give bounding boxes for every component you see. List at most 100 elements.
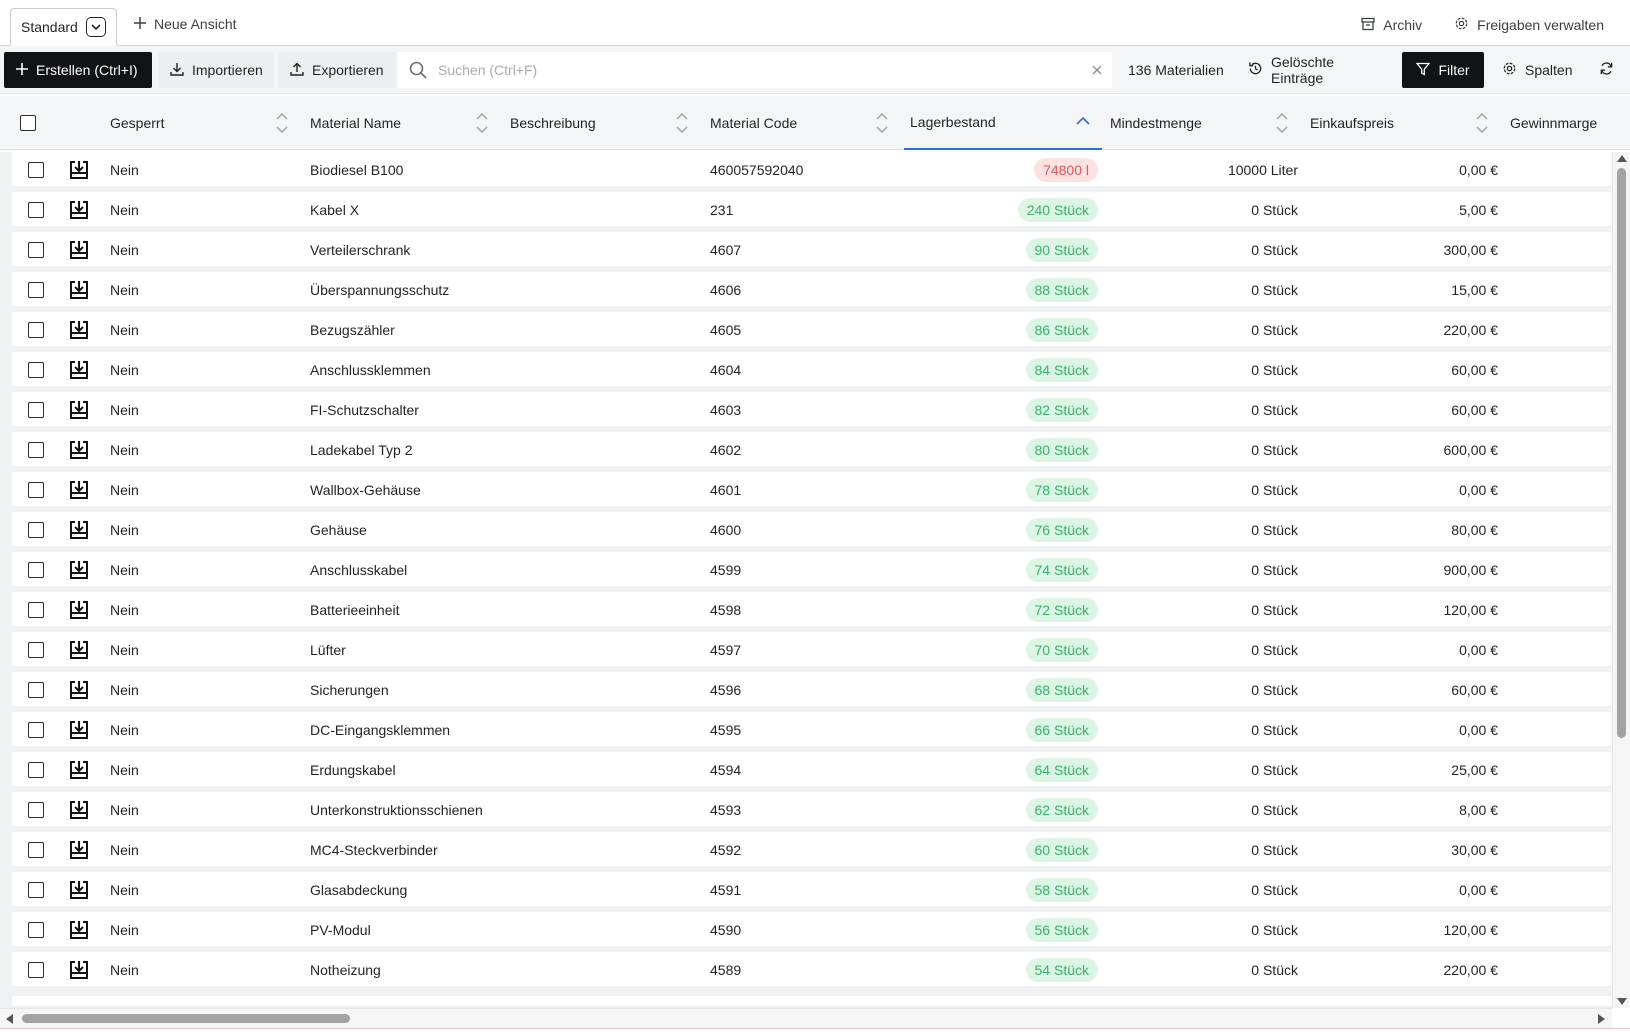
stock-in-icon[interactable] xyxy=(68,159,90,184)
deleted-entries-button[interactable]: Gelöschte Einträge xyxy=(1236,52,1392,88)
vertical-scroll-thumb[interactable] xyxy=(1617,168,1626,738)
row-checkbox[interactable] xyxy=(28,282,44,298)
sort-icon[interactable] xyxy=(1476,112,1488,137)
view-tab-standard[interactable]: Standard xyxy=(10,8,117,46)
table-row[interactable]: Nein Anschlusskabel 4599 74 Stück 0 Stüc… xyxy=(12,552,1612,588)
stock-in-icon[interactable] xyxy=(68,639,90,664)
scroll-left-arrow-icon[interactable] xyxy=(6,1014,13,1024)
table-row[interactable]: Nein Anschlussklemmen 4604 84 Stück 0 St… xyxy=(12,352,1612,388)
table-row[interactable]: Nein Notheizung 4589 54 Stück 0 Stück 22… xyxy=(12,952,1612,988)
row-checkbox[interactable] xyxy=(28,762,44,778)
sort-icon[interactable] xyxy=(876,112,888,137)
clear-search-icon[interactable] xyxy=(1082,65,1112,75)
column-header-locked[interactable]: Gesperrt xyxy=(110,96,294,150)
scroll-down-arrow-icon[interactable] xyxy=(1617,998,1627,1005)
row-checkbox[interactable] xyxy=(28,522,44,538)
row-checkbox[interactable] xyxy=(28,642,44,658)
row-checkbox[interactable] xyxy=(28,602,44,618)
row-checkbox[interactable] xyxy=(28,322,44,338)
stock-in-icon[interactable] xyxy=(68,519,90,544)
stock-in-icon[interactable] xyxy=(68,279,90,304)
table-row[interactable]: Nein Bezugszähler 4605 86 Stück 0 Stück … xyxy=(12,312,1612,348)
row-checkbox[interactable] xyxy=(28,242,44,258)
export-button[interactable]: Exportieren xyxy=(278,52,396,88)
sort-ascending-icon[interactable] xyxy=(1076,113,1090,129)
stock-in-icon[interactable] xyxy=(68,239,90,264)
sort-icon[interactable] xyxy=(676,112,688,137)
column-header-margin[interactable]: Gewinnmarge xyxy=(1510,96,1612,150)
table-row[interactable]: Nein Sicherungen 4596 68 Stück 0 Stück 6… xyxy=(12,672,1612,708)
table-row[interactable]: Nein Lüfter 4597 70 Stück 0 Stück 0,00 € xyxy=(12,632,1612,668)
stock-in-icon[interactable] xyxy=(68,879,90,904)
row-checkbox[interactable] xyxy=(28,962,44,978)
table-row[interactable]: Nein Erdungskabel 4594 64 Stück 0 Stück … xyxy=(12,752,1612,788)
create-button[interactable]: Erstellen (Ctrl+I) xyxy=(4,52,152,88)
column-header-code[interactable]: Material Code xyxy=(710,96,894,150)
table-row[interactable]: Nein Ladekabel Typ 2 4602 80 Stück 0 Stü… xyxy=(12,432,1612,468)
vertical-scrollbar[interactable] xyxy=(1612,152,1630,1008)
sort-icon[interactable] xyxy=(276,112,288,137)
stock-in-icon[interactable] xyxy=(68,359,90,384)
stock-in-icon[interactable] xyxy=(68,799,90,824)
table-row[interactable]: Nein Gehäuse 4600 76 Stück 0 Stück 80,00… xyxy=(12,512,1612,548)
table-row[interactable]: Nein Glasabdeckung 4591 58 Stück 0 Stück… xyxy=(12,872,1612,908)
column-header-purchase-price[interactable]: Einkaufspreis xyxy=(1310,96,1494,150)
select-all-checkbox[interactable] xyxy=(20,115,36,131)
stock-in-icon[interactable] xyxy=(68,759,90,784)
row-checkbox[interactable] xyxy=(28,802,44,818)
stock-in-icon[interactable] xyxy=(68,599,90,624)
scroll-up-arrow-icon[interactable] xyxy=(1617,155,1627,162)
sort-icon[interactable] xyxy=(476,112,488,137)
table-row[interactable]: Nein Biodiesel B100 460057592040 74800 l… xyxy=(12,152,1612,188)
chevron-down-icon[interactable] xyxy=(85,17,106,37)
row-checkbox[interactable] xyxy=(28,562,44,578)
column-header-name[interactable]: Material Name xyxy=(310,96,494,150)
table-row[interactable]: Nein PV-Modul 4590 56 Stück 0 Stück 120,… xyxy=(12,912,1612,948)
stock-in-icon[interactable] xyxy=(68,839,90,864)
table-row[interactable]: Nein Überspannungsschutz 4606 88 Stück 0… xyxy=(12,272,1612,308)
stock-in-icon[interactable] xyxy=(68,559,90,584)
row-checkbox[interactable] xyxy=(28,202,44,218)
stock-in-icon[interactable] xyxy=(68,439,90,464)
column-header-stock[interactable]: Lagerbestand xyxy=(904,96,1102,150)
columns-button[interactable]: Spalten xyxy=(1490,52,1582,88)
row-checkbox[interactable] xyxy=(28,162,44,178)
row-checkbox[interactable] xyxy=(28,842,44,858)
row-checkbox[interactable] xyxy=(28,722,44,738)
table-row[interactable]: Nein Verteilerschrank 4607 90 Stück 0 St… xyxy=(12,232,1612,268)
column-header-min-qty[interactable]: Mindestmenge xyxy=(1110,96,1294,150)
row-checkbox[interactable] xyxy=(28,682,44,698)
row-checkbox[interactable] xyxy=(28,362,44,378)
table-row[interactable]: Nein Wallbox-Gehäuse 4601 78 Stück 0 Stü… xyxy=(12,472,1612,508)
refresh-button[interactable] xyxy=(1588,52,1624,88)
row-checkbox[interactable] xyxy=(28,482,44,498)
column-header-description[interactable]: Beschreibung xyxy=(510,96,694,150)
row-checkbox[interactable] xyxy=(28,402,44,418)
row-checkbox[interactable] xyxy=(28,882,44,898)
table-row[interactable]: Nein Kabel X 231 240 Stück 0 Stück 5,00 … xyxy=(12,192,1612,228)
table-row[interactable]: Nein DC-Eingangsklemmen 4595 66 Stück 0 … xyxy=(12,712,1612,748)
table-row[interactable]: Nein Batterieeinheit 4598 72 Stück 0 Stü… xyxy=(12,592,1612,628)
search-input[interactable] xyxy=(438,53,1082,87)
stock-in-icon[interactable] xyxy=(68,199,90,224)
filter-button[interactable]: Filter xyxy=(1402,52,1484,88)
archive-button[interactable]: Archiv xyxy=(1361,17,1422,34)
sort-icon[interactable] xyxy=(1276,112,1288,137)
horizontal-scroll-thumb[interactable] xyxy=(22,1014,350,1023)
new-view-button[interactable]: Neue Ansicht xyxy=(134,16,237,32)
horizontal-scrollbar[interactable] xyxy=(0,1008,1612,1028)
table-row[interactable]: Nein Unterkonstruktionsschienen 4593 62 … xyxy=(12,792,1612,828)
scroll-right-arrow-icon[interactable] xyxy=(1598,1014,1605,1024)
table-row[interactable]: Nein FI-Schutzschalter 4603 82 Stück 0 S… xyxy=(12,392,1612,428)
table-row[interactable]: Nein MC4-Steckverbinder 4592 60 Stück 0 … xyxy=(12,832,1612,868)
row-checkbox[interactable] xyxy=(28,442,44,458)
stock-in-icon[interactable] xyxy=(68,319,90,344)
row-checkbox[interactable] xyxy=(28,922,44,938)
stock-in-icon[interactable] xyxy=(68,719,90,744)
import-button[interactable]: Importieren xyxy=(158,52,274,88)
stock-in-icon[interactable] xyxy=(68,679,90,704)
manage-shares-button[interactable]: Freigaben verwalten xyxy=(1454,16,1604,34)
stock-in-icon[interactable] xyxy=(68,919,90,944)
stock-in-icon[interactable] xyxy=(68,479,90,504)
stock-in-icon[interactable] xyxy=(68,959,90,984)
